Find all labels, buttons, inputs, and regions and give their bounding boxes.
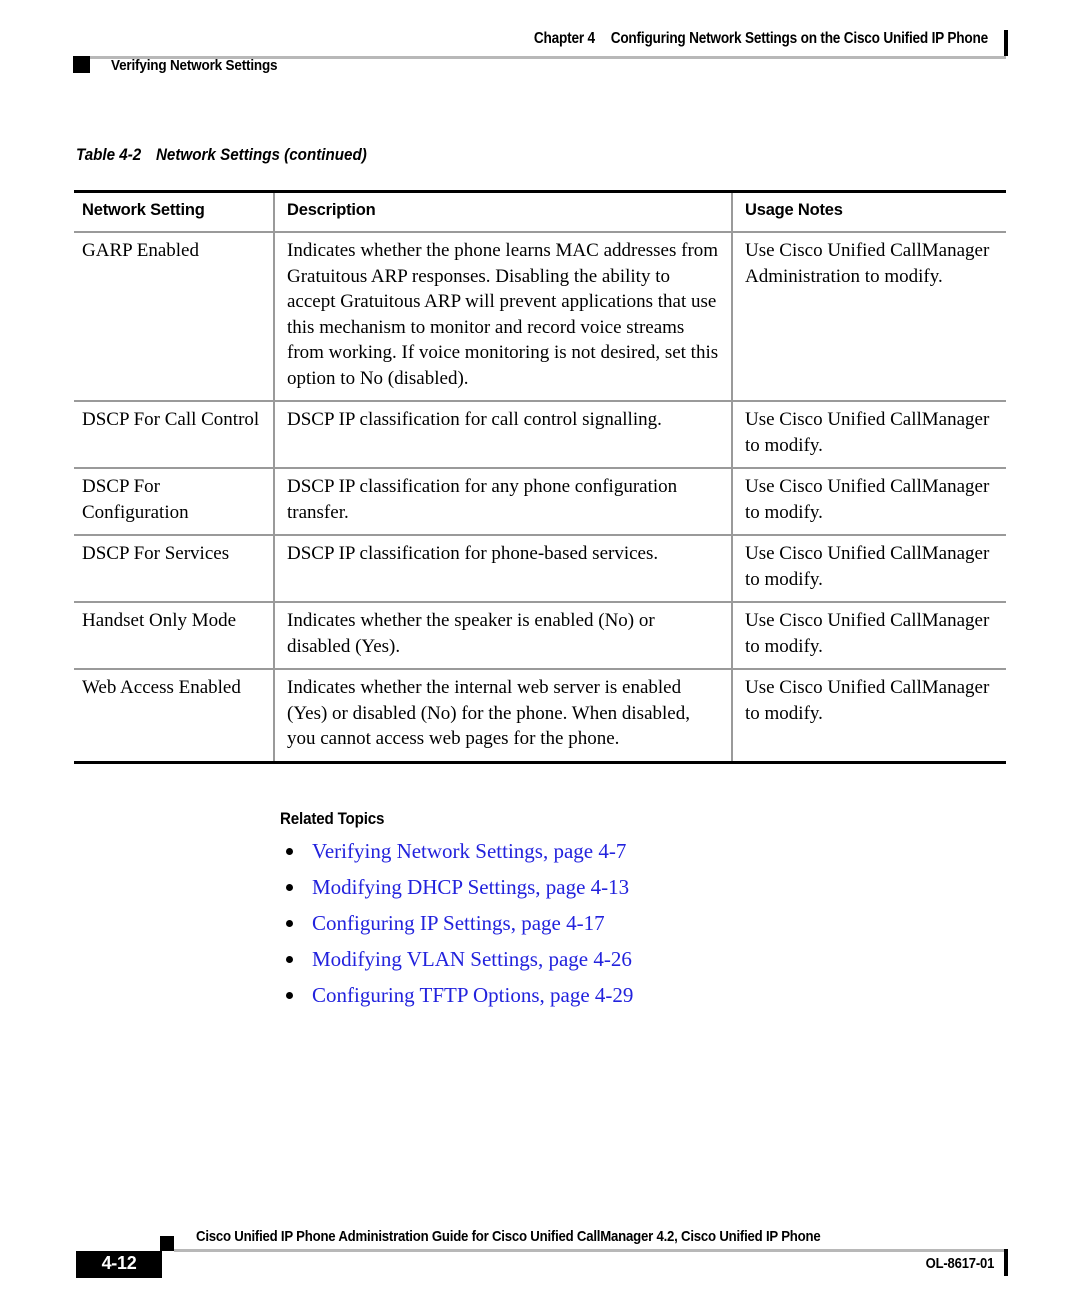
cell-network-setting: Web Access Enabled [74, 669, 274, 764]
cell-network-setting: DSCP For Call Control [74, 401, 274, 469]
header-chapter-line: Chapter 4 Configuring Network Settings on… [534, 30, 988, 48]
footer-page-number: 4-12 [101, 1253, 137, 1273]
list-item: Configuring TFTP Options, page 4-29 [280, 982, 980, 1009]
table-caption-number: Table 4-2 [76, 146, 142, 164]
cell-description: DSCP IP classification for phone-based s… [273, 535, 732, 603]
column-header-description: Description [273, 190, 732, 233]
bullet-icon [286, 848, 293, 855]
cell-description: DSCP IP classification for call control … [273, 401, 732, 469]
related-topics-heading: Related Topics [280, 810, 385, 828]
cell-network-setting: DSCP For Configuration [74, 468, 274, 536]
footer-rule [174, 1249, 1006, 1252]
table-row: DSCP For Configuration DSCP IP classific… [74, 468, 1006, 536]
cell-network-setting: Handset Only Mode [74, 602, 274, 670]
footer-document-id: OL-8617-01 [925, 1256, 994, 1272]
list-item: Configuring IP Settings, page 4-17 [280, 910, 980, 937]
header-chapter-title: Configuring Network Settings on the Cisc… [610, 30, 988, 47]
table-caption: Table 4-2 Network Settings (continued) [76, 146, 367, 165]
cell-usage-notes: Use Cisco Unified CallManager to modify. [731, 669, 1006, 764]
header-chapter-number: Chapter 4 [533, 30, 595, 47]
table-row: Handset Only Mode Indicates whether the … [74, 602, 1006, 670]
list-item: Modifying VLAN Settings, page 4-26 [280, 946, 980, 973]
cell-usage-notes: Use Cisco Unified CallManager Administra… [731, 232, 1006, 402]
column-header-network-setting: Network Setting [74, 190, 274, 233]
list-item: Verifying Network Settings, page 4-7 [280, 838, 980, 865]
cell-description: Indicates whether the internal web serve… [273, 669, 732, 764]
related-topic-link[interactable]: Verifying Network Settings, page 4-7 [312, 839, 626, 863]
bullet-icon [286, 884, 293, 891]
page-running-header: Chapter 4 Configuring Network Settings on… [0, 0, 1080, 100]
list-item: Modifying DHCP Settings, page 4-13 [280, 874, 980, 901]
bullet-icon [286, 920, 293, 927]
footer-guide-title: Cisco Unified IP Phone Administration Gu… [196, 1228, 821, 1245]
cell-usage-notes: Use Cisco Unified CallManager to modify. [731, 468, 1006, 536]
cell-network-setting: GARP Enabled [74, 232, 274, 402]
cell-usage-notes: Use Cisco Unified CallManager to modify. [731, 401, 1006, 469]
cell-usage-notes: Use Cisco Unified CallManager to modify. [731, 535, 1006, 603]
footer-marker-square-icon [160, 1236, 174, 1251]
cell-usage-notes: Use Cisco Unified CallManager to modify. [731, 602, 1006, 670]
related-topic-link[interactable]: Configuring TFTP Options, page 4-29 [312, 983, 633, 1007]
network-settings-table: Network Setting Description Usage Notes … [74, 190, 1006, 764]
table-row: Web Access Enabled Indicates whether the… [74, 669, 1006, 764]
related-topics-section: Related Topics Verifying Network Setting… [280, 810, 980, 1018]
cell-description: Indicates whether the phone learns MAC a… [273, 232, 732, 402]
table-row: DSCP For Call Control DSCP IP classifica… [74, 401, 1006, 469]
change-bar-top [1004, 30, 1008, 56]
header-marker-square-icon [73, 56, 90, 73]
related-topic-link[interactable]: Modifying DHCP Settings, page 4-13 [312, 875, 629, 899]
change-bar-bottom [1004, 1249, 1008, 1276]
cell-description: Indicates whether the speaker is enabled… [273, 602, 732, 670]
header-section-title: Verifying Network Settings [111, 57, 278, 74]
bullet-icon [286, 992, 293, 999]
column-header-usage-notes: Usage Notes [731, 190, 1006, 233]
cell-description: DSCP IP classification for any phone con… [273, 468, 732, 536]
table-caption-title: Network Settings (continued) [155, 146, 367, 164]
related-topic-link[interactable]: Modifying VLAN Settings, page 4-26 [312, 947, 632, 971]
table-row: GARP Enabled Indicates whether the phone… [74, 232, 1006, 402]
table-header-row: Network Setting Description Usage Notes [74, 190, 1006, 233]
related-topics-list: Verifying Network Settings, page 4-7 Mod… [280, 838, 980, 1009]
bullet-icon [286, 956, 293, 963]
related-topic-link[interactable]: Configuring IP Settings, page 4-17 [312, 911, 605, 935]
cell-network-setting: DSCP For Services [74, 535, 274, 603]
table-row: DSCP For Services DSCP IP classification… [74, 535, 1006, 603]
